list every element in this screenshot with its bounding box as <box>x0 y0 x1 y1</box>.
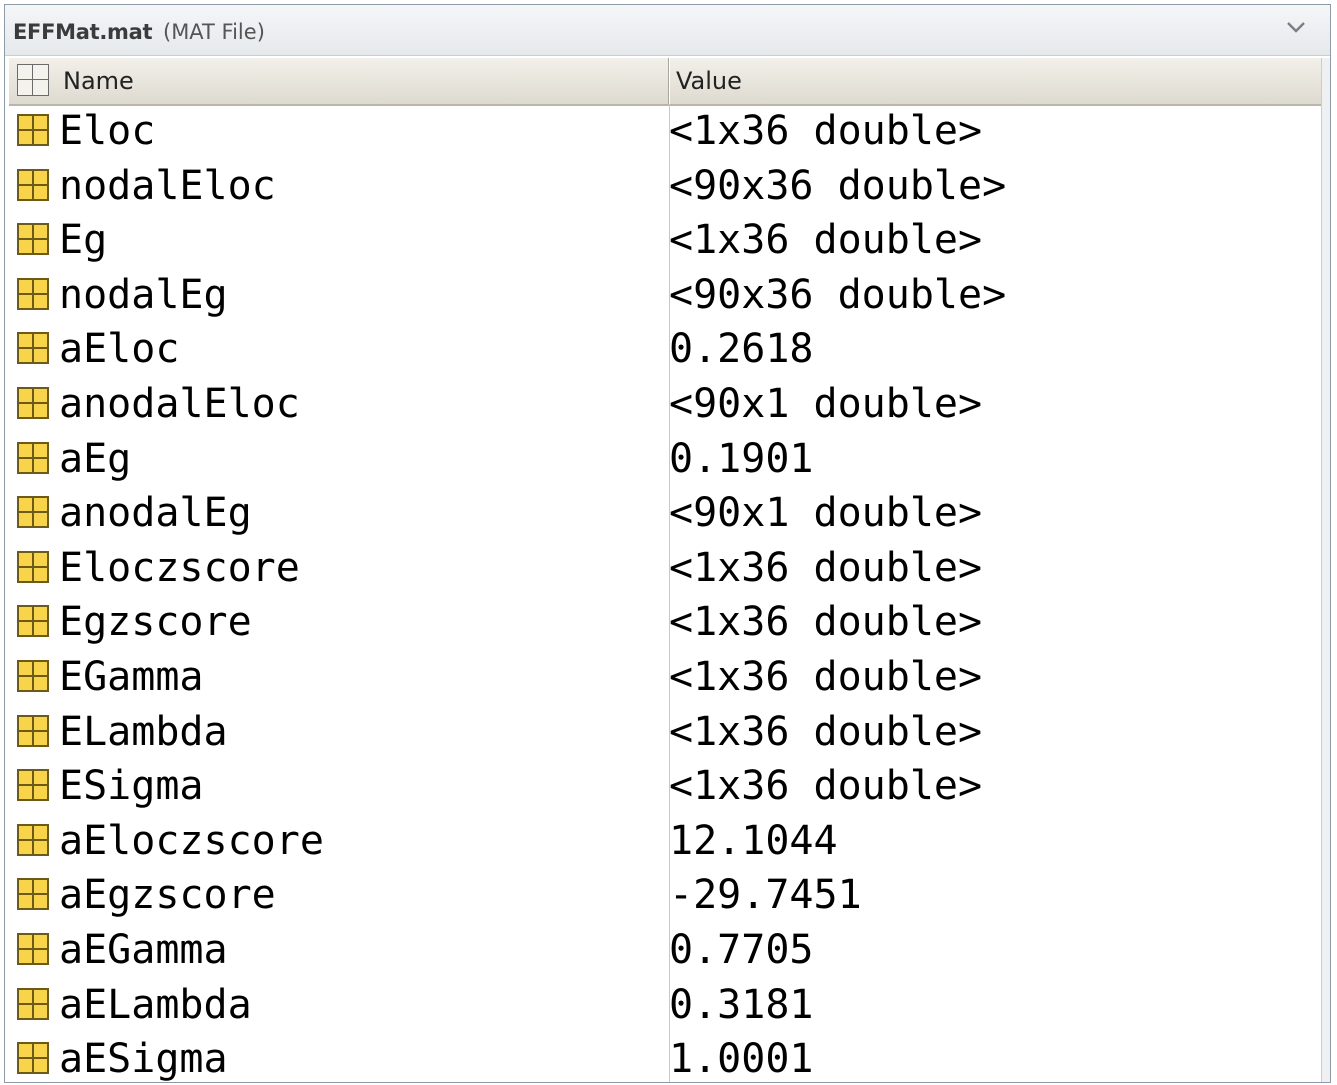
variable-name: EGamma <box>59 653 204 700</box>
matrix-variable-icon <box>17 659 49 692</box>
matrix-variable-icon <box>17 386 49 419</box>
matrix-variable-icon <box>17 1042 49 1075</box>
variable-name: aEgzscore <box>59 872 276 919</box>
matrix-variable-icon <box>17 114 49 146</box>
matrix-variable-icon <box>17 223 49 256</box>
variable-value: 12.1044 <box>669 817 838 864</box>
table-row[interactable]: anodalEloc <90x1 double> <box>9 377 1325 432</box>
chevron-down-icon[interactable] <box>1284 17 1308 39</box>
table-row[interactable]: aESigma 1.0001 <box>9 1032 1325 1083</box>
variable-value: <1x36 double> <box>669 653 983 700</box>
variable-name: aEloczscore <box>59 817 324 864</box>
variable-value: 0.7705 <box>669 926 814 973</box>
matrix-variable-icon <box>17 605 49 638</box>
matrix-variable-icon <box>17 441 49 474</box>
table-row[interactable]: aEloc 0.2618 <box>9 322 1325 377</box>
variable-value: <1x36 double> <box>669 108 983 154</box>
variable-name: Egzscore <box>59 599 252 646</box>
variable-value: <90x36 double> <box>669 162 1007 209</box>
file-type: (MAT File) <box>163 20 265 44</box>
variable-value: <1x36 double> <box>669 708 983 755</box>
table-row[interactable]: Eg <1x36 double> <box>9 213 1325 268</box>
variable-value: <1x36 double> <box>669 217 983 264</box>
variable-value: 0.1901 <box>669 435 814 482</box>
variable-value: -29.7451 <box>669 872 862 919</box>
variable-name: aEg <box>59 435 132 482</box>
variable-value: 0.3181 <box>669 981 814 1028</box>
variable-name: nodalEloc <box>59 162 276 209</box>
panel-titlebar: EFFMat.mat (MAT File) <box>5 5 1330 56</box>
table-row[interactable]: aEloczscore 12.1044 <box>9 814 1325 869</box>
matrix-variable-icon <box>17 769 49 802</box>
table-row[interactable]: aEGamma 0.7705 <box>9 923 1325 978</box>
mat-file-panel: EFFMat.mat (MAT File) Name Value Eloc <1x… <box>4 4 1331 1083</box>
matrix-variable-icon <box>17 932 49 965</box>
table-row[interactable]: ESigma <1x36 double> <box>9 759 1325 814</box>
table-row[interactable]: anodalEg <90x1 double> <box>9 486 1325 541</box>
variable-name: anodalEloc <box>59 380 300 427</box>
table-body: Eloc <1x36 double> nodalEloc <90x36 double>… <box>9 104 1325 1083</box>
variable-value: <90x1 double> <box>669 380 983 427</box>
variable-value: 1.0001 <box>669 1036 814 1083</box>
table-row[interactable]: Eloczscore <1x36 double> <box>9 541 1325 596</box>
variables-table: Name Value Eloc <1x36 double> nodalEloc <90… <box>9 58 1325 1083</box>
matrix-variable-icon <box>17 823 49 856</box>
matrix-variable-icon <box>17 878 49 911</box>
table-row[interactable]: Egzscore <1x36 double> <box>9 595 1325 650</box>
variable-name: nodalEg <box>59 271 228 318</box>
variable-name: ELambda <box>59 708 228 755</box>
table-row[interactable]: Eloc <1x36 double> <box>9 104 1325 159</box>
table-row[interactable]: aEg 0.1901 <box>9 432 1325 487</box>
variable-name: Eloc <box>59 108 156 154</box>
variable-name: aELambda <box>59 981 252 1028</box>
table-row[interactable]: nodalEloc <90x36 double> <box>9 159 1325 214</box>
variable-value: 0.2618 <box>669 326 814 373</box>
table-header: Name Value <box>9 58 1325 106</box>
matrix-variable-icon <box>17 168 49 201</box>
column-header-name[interactable]: Name <box>57 58 669 104</box>
matrix-variable-icon <box>17 332 49 365</box>
table-row[interactable]: EGamma <1x36 double> <box>9 650 1325 705</box>
variable-name: ESigma <box>59 763 204 810</box>
variable-name: Eg <box>59 217 108 264</box>
table-row[interactable]: ELambda <1x36 double> <box>9 705 1325 760</box>
matrix-variable-icon <box>17 277 49 310</box>
table-row[interactable]: nodalEg <90x36 double> <box>9 268 1325 323</box>
variable-name: aEloc <box>59 326 180 373</box>
variable-value: <90x36 double> <box>669 271 1007 318</box>
table-row[interactable]: aEgzscore -29.7451 <box>9 868 1325 923</box>
variable-value: <1x36 double> <box>669 544 983 591</box>
variable-name: aESigma <box>59 1036 228 1083</box>
matrix-variable-icon <box>17 987 49 1020</box>
variable-value: <90x1 double> <box>669 490 983 537</box>
variable-name: Eloczscore <box>59 544 300 591</box>
variable-name: anodalEg <box>59 490 252 537</box>
variable-value: <1x36 double> <box>669 599 983 646</box>
variable-name: aEGamma <box>59 926 228 973</box>
column-header-value[interactable]: Value <box>669 58 1325 104</box>
matrix-variable-icon <box>17 496 49 529</box>
file-name: EFFMat.mat <box>13 20 153 44</box>
grid-icon[interactable] <box>17 64 49 96</box>
panel-right-edge <box>1321 58 1330 1082</box>
variable-value: <1x36 double> <box>669 763 983 810</box>
matrix-variable-icon <box>17 714 49 747</box>
table-row[interactable]: aELambda 0.3181 <box>9 978 1325 1033</box>
matrix-variable-icon <box>17 550 49 583</box>
